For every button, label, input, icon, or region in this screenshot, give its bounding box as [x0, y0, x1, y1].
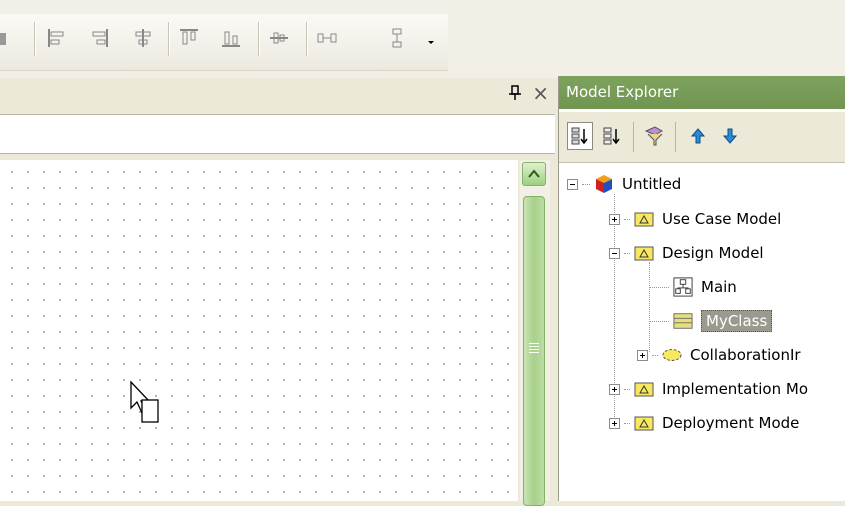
align-left-icon[interactable]	[44, 22, 70, 54]
package-folder-icon	[634, 413, 654, 433]
tree-node-design-model[interactable]: Design Model	[609, 238, 764, 268]
align-right-icon[interactable]	[86, 22, 112, 54]
move-down-icon[interactable]	[717, 122, 743, 150]
toolbar-partial-icon[interactable]	[0, 22, 12, 54]
scrollbar-thumb[interactable]	[523, 196, 545, 506]
collapse-icon[interactable]	[567, 178, 578, 190]
tree-node-label: Implementation Mo	[662, 380, 808, 398]
align-middle-icon[interactable]	[266, 22, 292, 54]
tree-node-deployment-model[interactable]: Deployment Mode	[609, 408, 799, 438]
tree-node-untitled[interactable]: Untitled	[567, 169, 681, 199]
expand-icon[interactable]	[609, 417, 620, 429]
dropdown-arrow-icon[interactable]	[418, 22, 444, 54]
sort-by-name-icon[interactable]	[599, 122, 625, 150]
toolbar-separator	[675, 122, 676, 152]
tree-node-main[interactable]: Main	[649, 272, 737, 302]
vertical-scrollbar[interactable]	[520, 160, 550, 506]
tree-node-collaboration[interactable]: CollaborationIr	[637, 340, 801, 370]
main-toolbar	[0, 0, 845, 78]
package-folder-icon	[634, 243, 654, 263]
project-cube-icon	[594, 174, 614, 194]
scroll-up-button[interactable]	[522, 162, 546, 186]
sort-by-category-icon[interactable]	[567, 122, 593, 150]
tree-node-implementation-model[interactable]: Implementation Mo	[609, 374, 808, 404]
tree-node-label: Deployment Mode	[662, 414, 800, 432]
model-explorer-title: Model Explorer	[559, 76, 845, 109]
tree-node-label-selected: MyClass	[701, 310, 773, 332]
model-tree: Untitled Use Case Model Design Model Mai…	[559, 164, 845, 501]
tree-node-label: CollaborationIr	[690, 346, 801, 364]
model-explorer-panel: Model Explorer Untitled Use Case Model D…	[558, 76, 845, 501]
diagram-pane-header: ×	[0, 78, 555, 108]
collaboration-icon	[662, 345, 682, 365]
tree-node-myclass[interactable]: MyClass	[649, 306, 773, 336]
class-diagram-icon	[673, 277, 693, 297]
package-folder-icon	[634, 379, 654, 399]
package-folder-icon	[634, 209, 654, 229]
tree-node-label: Untitled	[622, 175, 682, 193]
align-bottom-icon[interactable]	[218, 22, 244, 54]
expand-icon[interactable]	[609, 383, 620, 395]
expand-icon[interactable]	[637, 349, 648, 361]
tree-node-use-case-model[interactable]: Use Case Model	[609, 204, 781, 234]
class-icon	[673, 311, 693, 331]
scrollbar-grip	[529, 343, 539, 353]
toolbar-separator	[34, 22, 36, 56]
tree-node-label: Design Model	[662, 244, 764, 262]
tree-node-label: Main	[701, 278, 737, 296]
move-up-icon[interactable]	[685, 122, 711, 150]
diagram-tab-strip	[0, 114, 555, 154]
diagram-canvas[interactable]	[0, 160, 518, 501]
align-center-icon[interactable]	[130, 22, 156, 54]
space-horizontal-icon[interactable]	[314, 22, 340, 54]
toolbar-separator	[258, 22, 260, 56]
diagram-pane: ×	[0, 78, 555, 506]
filter-icon[interactable]	[641, 122, 667, 150]
pin-icon[interactable]	[508, 85, 522, 101]
model-explorer-toolbar	[559, 112, 845, 163]
space-vertical-icon[interactable]	[384, 22, 410, 54]
collapse-icon[interactable]	[609, 247, 620, 259]
align-top-icon[interactable]	[176, 22, 202, 54]
tree-node-label: Use Case Model	[662, 210, 782, 228]
toolbar-separator	[633, 122, 634, 152]
toolbar-separator	[306, 22, 308, 56]
close-icon[interactable]: ×	[532, 83, 549, 103]
toolbar-separator	[168, 22, 170, 56]
expand-icon[interactable]	[609, 213, 620, 225]
drag-cursor-icon	[128, 380, 164, 430]
